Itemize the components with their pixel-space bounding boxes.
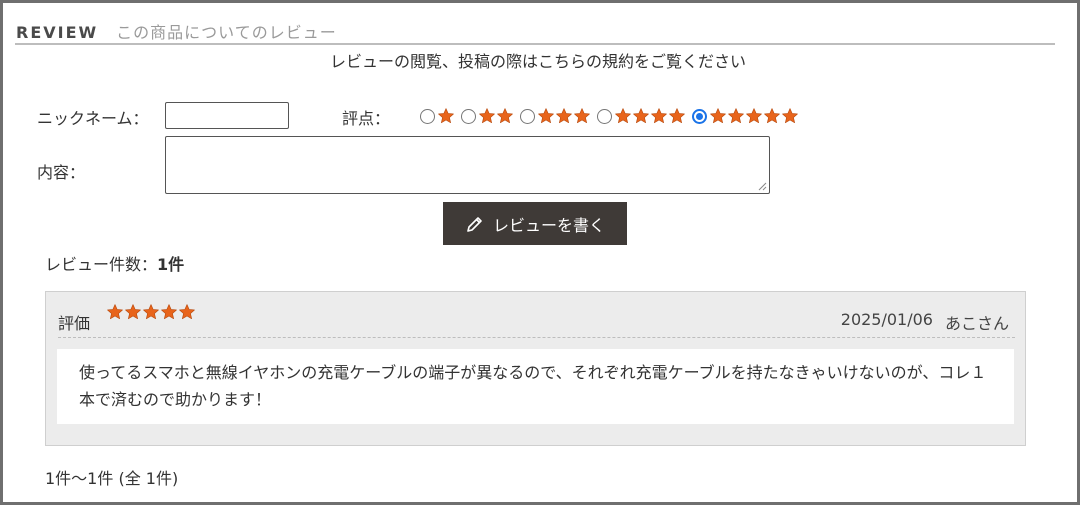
rating-radio-2[interactable] bbox=[461, 108, 476, 124]
rating-option-1[interactable] bbox=[420, 107, 455, 125]
review-count-value: 1件 bbox=[157, 255, 185, 274]
star-icon bbox=[479, 108, 495, 124]
star-icon bbox=[728, 108, 744, 124]
review-stars bbox=[106, 303, 196, 321]
star-icon bbox=[782, 108, 798, 124]
write-review-label: レビューを書く bbox=[492, 215, 605, 235]
star-icon bbox=[538, 108, 554, 124]
star-icon bbox=[125, 304, 141, 320]
star-icon bbox=[669, 108, 685, 124]
star-icon bbox=[615, 108, 631, 124]
rating-option-4[interactable] bbox=[597, 107, 686, 125]
rating-option-5[interactable] bbox=[692, 107, 799, 125]
rating-stars-2 bbox=[478, 107, 514, 125]
rating-option-2[interactable] bbox=[461, 107, 514, 125]
rating-radio-5[interactable] bbox=[692, 108, 707, 124]
star-icon bbox=[438, 108, 454, 124]
rating-radio-4[interactable] bbox=[597, 108, 612, 124]
rating-stars-3 bbox=[537, 107, 591, 125]
section-subtitle: この商品についてのレビュー bbox=[116, 23, 337, 42]
rating-stars-5 bbox=[709, 107, 799, 125]
review-eval-label: 評価 bbox=[58, 314, 91, 333]
star-icon bbox=[143, 304, 159, 320]
star-icon bbox=[497, 108, 513, 124]
score-label: 評点： bbox=[342, 109, 391, 128]
review-count-label: レビュー件数： bbox=[45, 255, 158, 274]
review-section: REVIEW この商品についてのレビュー レビューの閲覧、投稿の際はこちらの規約… bbox=[0, 0, 1080, 505]
nickname-label: ニックネーム： bbox=[37, 109, 149, 128]
content-textarea[interactable] bbox=[165, 136, 770, 194]
rating-stars-4 bbox=[614, 107, 686, 125]
star-icon bbox=[107, 304, 123, 320]
pagination-summary: 1件～1件 (全 1件) bbox=[45, 469, 179, 488]
rating-option-3[interactable] bbox=[520, 107, 591, 125]
review-author: あこさん bbox=[944, 314, 1009, 333]
star-icon bbox=[710, 108, 726, 124]
section-title: REVIEW bbox=[16, 23, 99, 42]
rating-radio-3[interactable] bbox=[520, 108, 535, 124]
section-header: REVIEW この商品についてのレビュー bbox=[16, 19, 337, 43]
star-icon bbox=[556, 108, 572, 124]
content-label: 内容： bbox=[37, 163, 86, 182]
star-icon bbox=[651, 108, 667, 124]
star-icon bbox=[179, 304, 195, 320]
review-date: 2025/01/06 bbox=[840, 310, 933, 329]
resize-grip-icon[interactable] bbox=[758, 182, 767, 191]
header-divider bbox=[15, 43, 1055, 45]
review-policy-link[interactable]: レビューの閲覧、投稿の際はこちらの規約をご覧ください bbox=[3, 48, 1073, 72]
rating-stars-1 bbox=[437, 107, 455, 125]
review-item: 評価 2025/01/06 あこさん 使ってるスマホと無線イヤホンの充電ケーブル… bbox=[45, 291, 1026, 446]
star-icon bbox=[746, 108, 762, 124]
review-meta: 2025/01/06 あこさん bbox=[841, 310, 1009, 334]
review-body: 使ってるスマホと無線イヤホンの充電ケーブルの端子が異なるので、それぞれ充電ケーブ… bbox=[57, 349, 1014, 424]
star-icon bbox=[633, 108, 649, 124]
write-review-button[interactable]: レビューを書く bbox=[443, 202, 627, 245]
review-count: レビュー件数：1件 bbox=[45, 251, 184, 275]
star-icon bbox=[161, 304, 177, 320]
star-icon bbox=[574, 108, 590, 124]
nickname-input[interactable] bbox=[165, 102, 289, 129]
rating-radio-group bbox=[420, 107, 799, 125]
review-divider bbox=[58, 337, 1015, 338]
pencil-icon bbox=[467, 216, 482, 232]
rating-radio-1[interactable] bbox=[420, 108, 435, 124]
star-icon bbox=[764, 108, 780, 124]
